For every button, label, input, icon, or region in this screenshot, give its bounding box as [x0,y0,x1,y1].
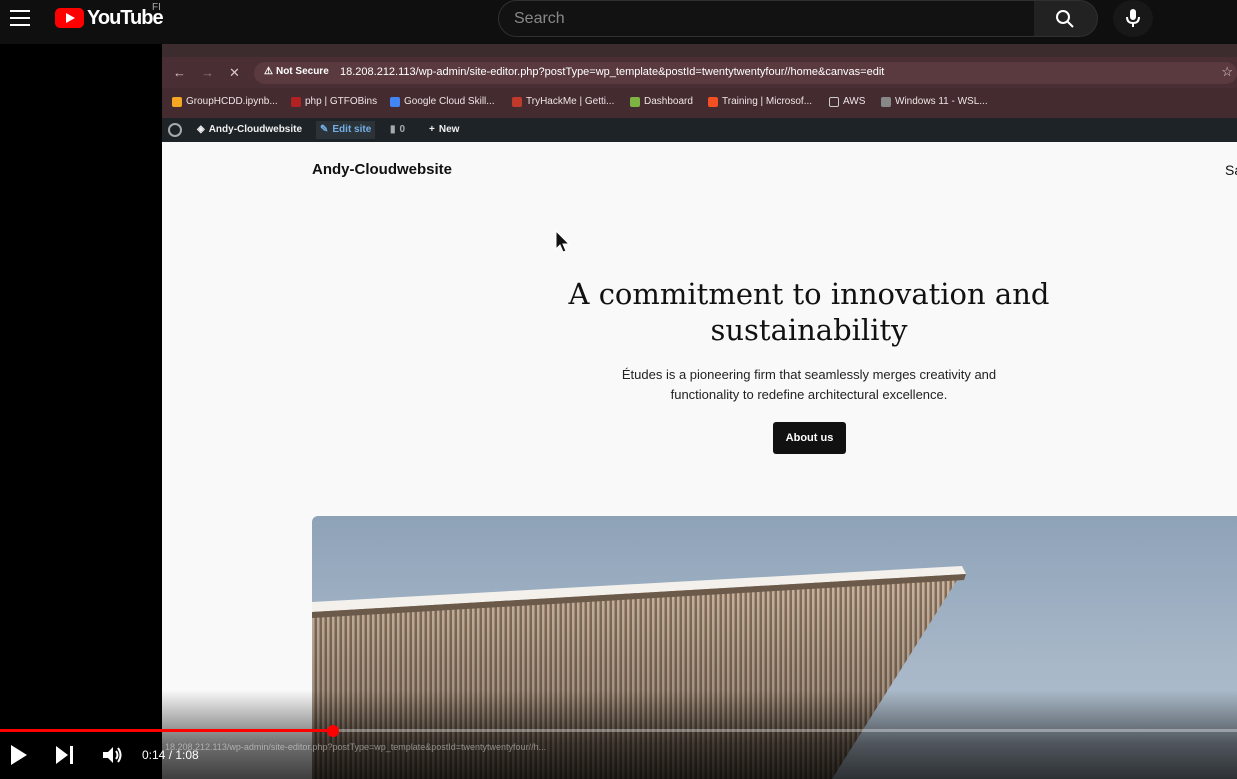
site-title: Andy-Cloudwebsite [312,161,453,178]
site-page: Andy-Cloudwebsite Sa A commitment to inn… [162,142,1237,779]
search-icon [1056,10,1074,28]
youtube-play-logo-icon [55,8,84,28]
bookmark-item: AWS [829,96,865,107]
mouse-cursor-icon [555,230,571,253]
wp-new: + New [429,124,460,135]
bookmark-item: GroupHCDD.ipynb... [172,96,278,107]
wordpress-logo-icon [168,123,182,137]
volume-icon[interactable] [102,744,124,766]
browser-tab-strip [162,44,1237,57]
hero-subtext: Études is a pioneering firm that seamles… [621,367,997,402]
search-button[interactable] [1034,0,1098,37]
plus-icon: + [429,124,435,135]
site-nav-partial: Sa [1225,162,1237,178]
wp-admin-bar: ◈ Andy-Cloudwebsite ✎ Edit site ▮ 0 + New [162,118,1237,142]
youtube-watch-page: YouTube FI Search ← → ✕ ⚠ Not Secure 18.2… [0,0,1237,779]
bookmark-favicon-icon [172,96,182,107]
comment-icon: ▮ [390,124,396,135]
warning-icon: ⚠ [264,66,273,77]
bookmark-item: Google Cloud Skill... [390,96,495,107]
region-code: FI [152,2,161,13]
bookmark-favicon-icon [881,96,891,107]
bookmark-item: php | GTFOBins [291,96,377,107]
player-controls-gradient [0,690,1237,779]
bookmark-favicon-icon [291,96,301,107]
wp-edit-site: ✎ Edit site [316,121,376,139]
progress-scrubber[interactable] [326,725,339,737]
bookmark-favicon-icon [630,96,640,107]
hero-headline: A commitment to innovation and sustainab… [568,277,1050,347]
search-input[interactable]: Search [498,0,1035,37]
bookmarks-bar: GroupHCDD.ipynb... php | GTFOBins Google… [162,88,1237,118]
youtube-logo[interactable]: YouTube [55,6,164,30]
wp-site-name: ◈ Andy-Cloudwebsite [197,124,303,135]
wp-comments: ▮ 0 [390,124,406,135]
back-arrow-icon: ← [173,65,186,80]
bookmark-item: TryHackMe | Getti... [512,96,614,107]
pencil-icon: ✎ [320,124,329,135]
bookmark-item: Training | Microsof... [708,96,812,107]
bookmark-item: Dashboard [630,96,693,107]
voice-search-button[interactable] [1113,0,1153,37]
time-display: 0:14 / 1:08 [142,748,199,762]
stop-loading-icon: ✕ [229,65,240,80]
url-text: 18.208.212.113/wp-admin/site-editor.php?… [340,66,885,78]
security-badge: ⚠ Not Secure [264,66,329,77]
bookmark-favicon-icon [390,96,400,107]
security-label: Not Secure [275,66,329,77]
folder-icon [829,96,839,107]
menu-icon[interactable] [10,9,30,27]
browser-toolbar: ← → ✕ ⚠ Not Secure 18.208.212.113/wp-admi… [162,57,1237,88]
progress-played [0,729,333,732]
bookmark-favicon-icon [708,96,718,107]
forward-arrow-icon: → [201,65,214,80]
about-us-button: About us [773,422,846,454]
address-bar: ⚠ Not Secure 18.208.212.113/wp-admin/site… [254,62,1237,84]
bookmark-favicon-icon [512,96,522,107]
video-frame[interactable]: ← → ✕ ⚠ Not Secure 18.208.212.113/wp-admi… [162,44,1237,779]
dashboard-icon: ◈ [197,124,205,135]
next-video-icon[interactable] [55,744,75,766]
youtube-header: YouTube FI Search [0,0,1237,44]
bookmark-star-icon: ☆ [1221,64,1233,79]
bookmark-item: Windows 11 - WSL... [881,96,988,107]
play-icon[interactable] [9,744,29,766]
browser-status-url: 18.208.212.113/wp-admin/site-editor.php?… [165,742,547,752]
microphone-icon [1126,9,1140,27]
